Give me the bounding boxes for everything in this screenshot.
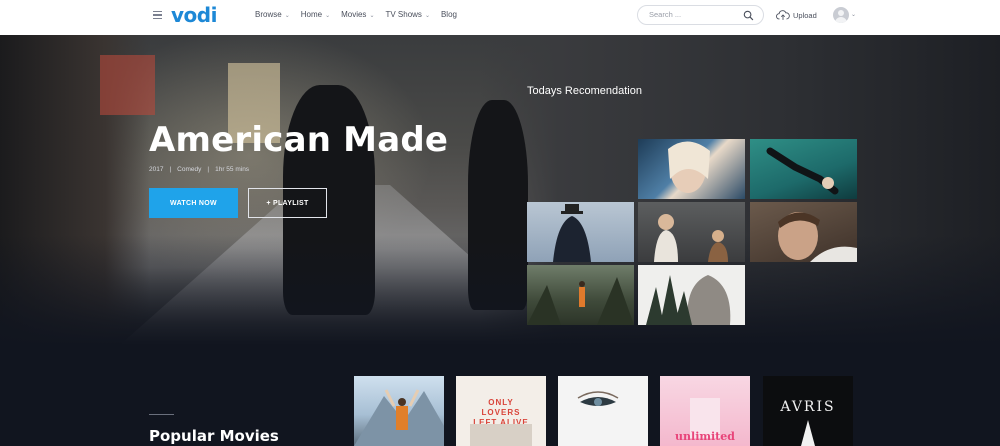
movie-poster[interactable]: AVRIS bbox=[763, 376, 853, 446]
add-playlist-button[interactable]: + PLAYLIST bbox=[248, 188, 327, 218]
recommendation-title: Todays Recomendation bbox=[527, 85, 642, 97]
hero-title: American Made bbox=[149, 120, 449, 160]
hamburger-icon[interactable] bbox=[153, 11, 162, 20]
movie-poster[interactable]: ONLY LOVERS LEFT ALIVE bbox=[456, 376, 546, 446]
nav-item-movies[interactable]: Movies ⌄ bbox=[341, 10, 374, 19]
nav-item-tv-shows[interactable]: TV Shows ⌄ bbox=[385, 10, 430, 19]
watch-now-button[interactable]: WATCH NOW bbox=[149, 188, 238, 218]
recommendation-thumb[interactable] bbox=[527, 265, 634, 325]
chevron-down-icon[interactable]: ⌄ bbox=[851, 11, 856, 18]
nav-item-browse[interactable]: Browse ⌄ bbox=[255, 10, 290, 19]
search-icon[interactable] bbox=[743, 10, 754, 21]
search-box bbox=[637, 5, 764, 25]
site-header: vodi Browse ⌄ Home ⌄ Movies ⌄ TV Shows ⌄ Blo… bbox=[0, 0, 1000, 35]
movie-poster[interactable] bbox=[558, 376, 648, 446]
movie-poster[interactable] bbox=[354, 376, 444, 446]
chevron-down-icon: ⌄ bbox=[369, 13, 375, 19]
site-logo[interactable]: vodi bbox=[171, 3, 217, 27]
cloud-upload-icon bbox=[776, 10, 790, 20]
nav-item-blog[interactable]: Blog bbox=[441, 10, 457, 19]
hero-year: 2017 bbox=[149, 166, 164, 173]
nav-item-home[interactable]: Home ⌄ bbox=[301, 10, 330, 19]
recommendation-thumb[interactable] bbox=[527, 202, 634, 262]
chevron-down-icon: ⌄ bbox=[325, 13, 331, 19]
search-input[interactable] bbox=[649, 10, 739, 19]
main-nav: Browse ⌄ Home ⌄ Movies ⌄ TV Shows ⌄ Blog bbox=[255, 10, 468, 19]
hero-genre[interactable]: Comedy bbox=[177, 166, 201, 173]
recommendation-thumb[interactable] bbox=[638, 265, 745, 325]
movie-poster[interactable]: unlimited bbox=[660, 376, 750, 446]
recommendation-thumb[interactable] bbox=[638, 202, 745, 262]
recommendation-thumb[interactable] bbox=[750, 139, 857, 199]
upload-button[interactable]: Upload bbox=[776, 9, 817, 21]
recommendation-thumb[interactable] bbox=[750, 202, 857, 262]
user-avatar-icon[interactable] bbox=[833, 7, 849, 23]
chevron-down-icon: ⌄ bbox=[424, 13, 430, 19]
upload-label: Upload bbox=[793, 10, 817, 20]
popular-movies-title: Popular Movies bbox=[149, 427, 279, 445]
recommendation-thumb[interactable] bbox=[638, 139, 745, 199]
section-divider bbox=[149, 414, 174, 415]
chevron-down-icon: ⌄ bbox=[284, 13, 290, 19]
hero-backdrop-sign bbox=[100, 55, 155, 115]
hero-meta: 2017 | Comedy | 1hr 55 mins bbox=[149, 166, 250, 173]
hero-duration: 1hr 55 mins bbox=[215, 166, 250, 173]
